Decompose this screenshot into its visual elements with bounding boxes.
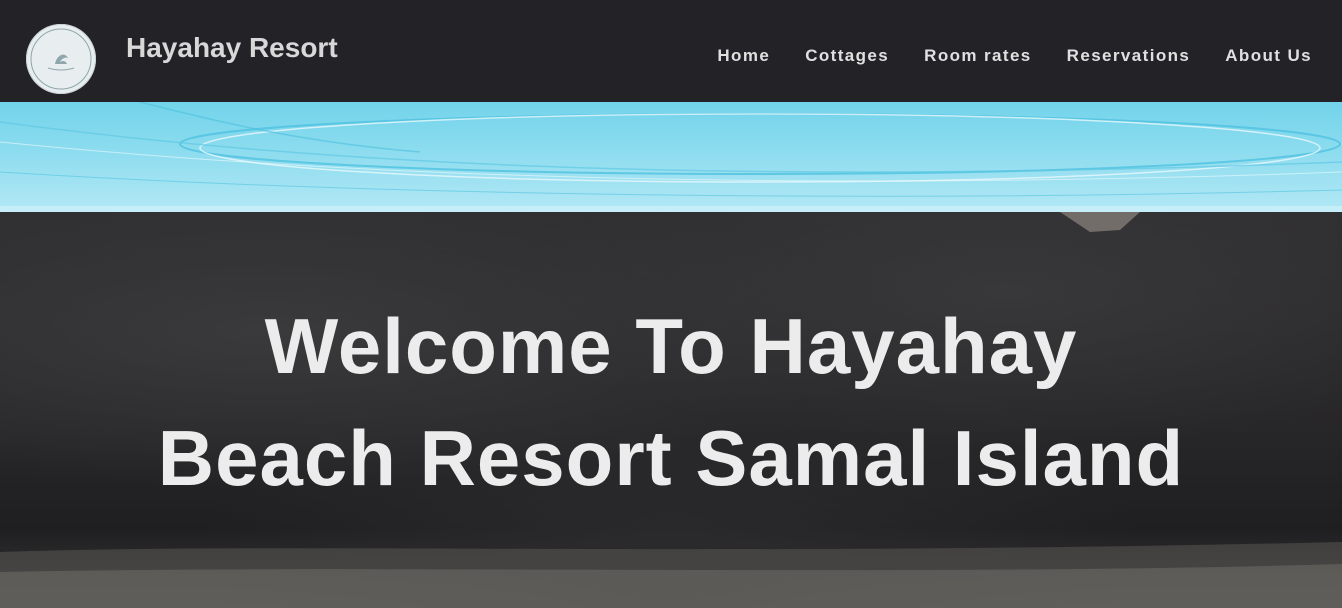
brand-title[interactable]: Hayahay Resort xyxy=(126,32,338,64)
resort-logo-icon[interactable] xyxy=(26,24,96,94)
nav-reservations[interactable]: Reservations xyxy=(1067,46,1191,66)
nav-home[interactable]: Home xyxy=(717,46,770,66)
hero-title-line-2: Beach Resort Samal Island xyxy=(157,414,1185,502)
nav-cottages[interactable]: Cottages xyxy=(805,46,889,66)
nav-about-us[interactable]: About Us xyxy=(1225,46,1312,66)
nav-room-rates[interactable]: Room rates xyxy=(924,46,1032,66)
wave-banner xyxy=(0,102,1342,212)
hero-section: Welcome To Hayahay Beach Resort Samal Is… xyxy=(0,212,1342,608)
hero-title: Welcome To Hayahay Beach Resort Samal Is… xyxy=(0,290,1342,514)
main-nav: Home Cottages Room rates Reservations Ab… xyxy=(682,46,1312,66)
hero-title-line-1: Welcome To Hayahay xyxy=(264,302,1078,390)
navbar: Hayahay Resort Home Cottages Room rates … xyxy=(0,0,1342,102)
